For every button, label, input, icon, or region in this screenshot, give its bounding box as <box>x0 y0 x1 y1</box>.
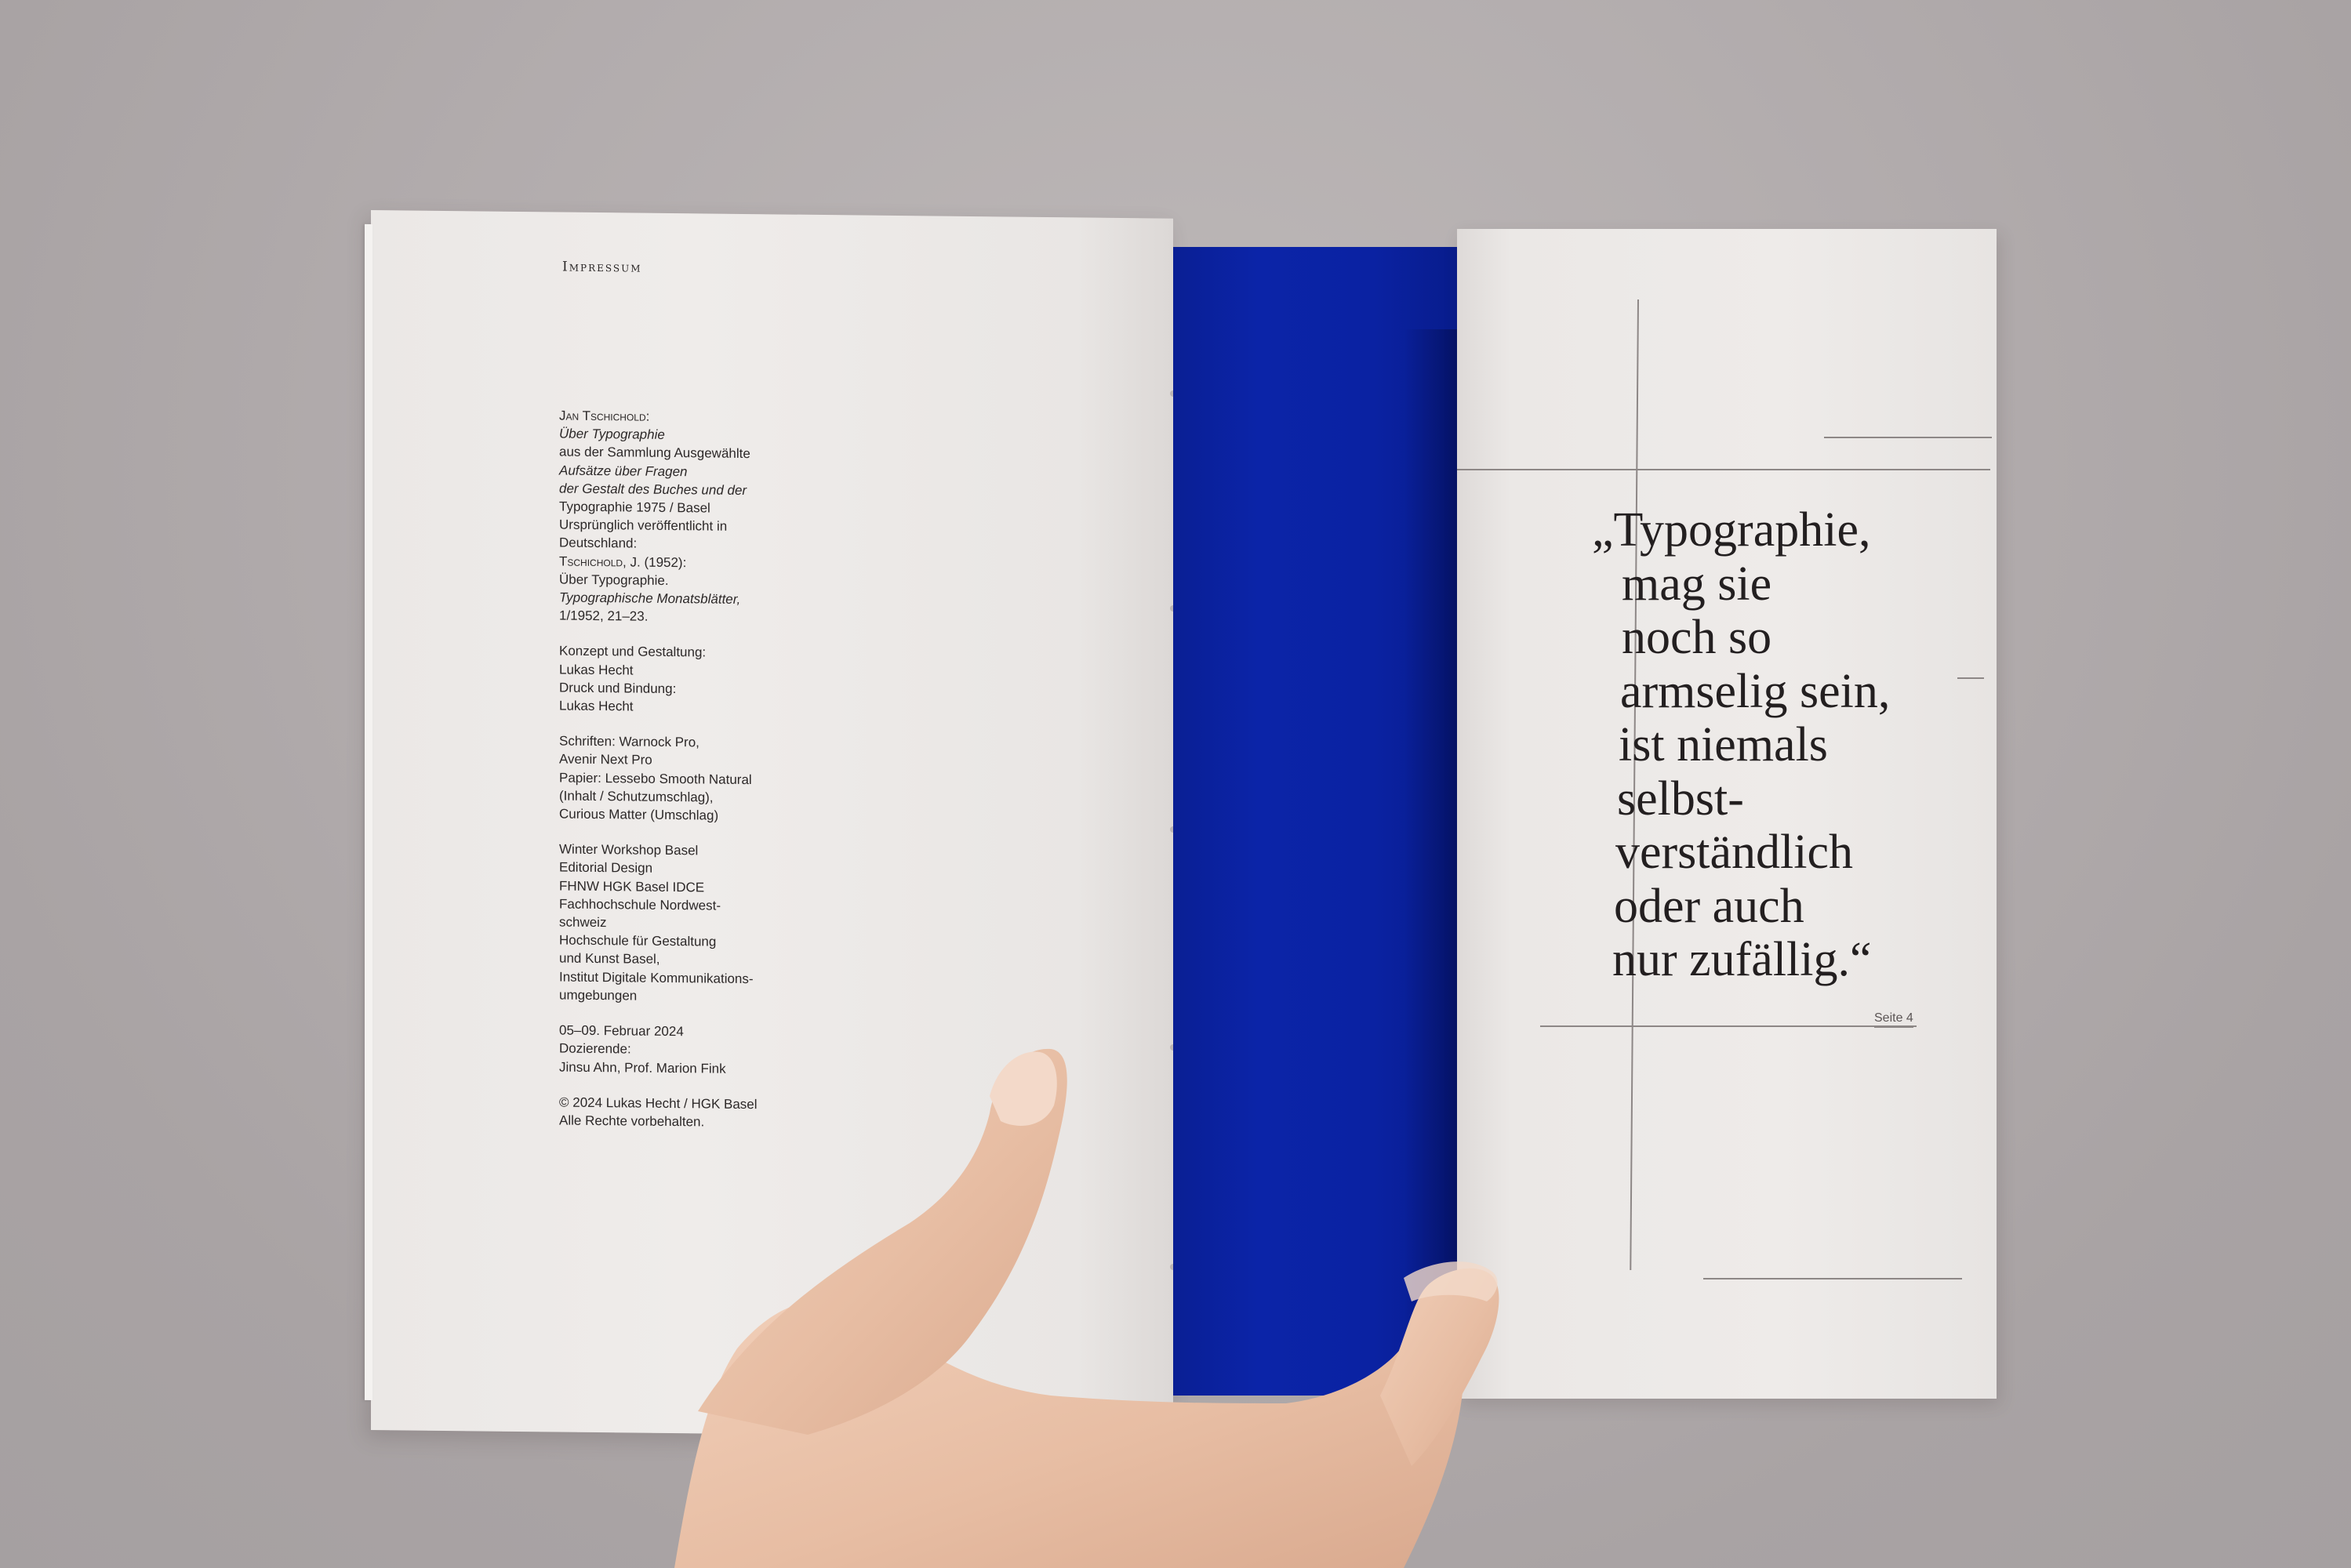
hand-illustration <box>674 1048 1499 1568</box>
photo-scene: Impressum Jan Tschichold: Über Typographi… <box>0 0 2351 1568</box>
thumbnail <box>990 1051 1057 1126</box>
